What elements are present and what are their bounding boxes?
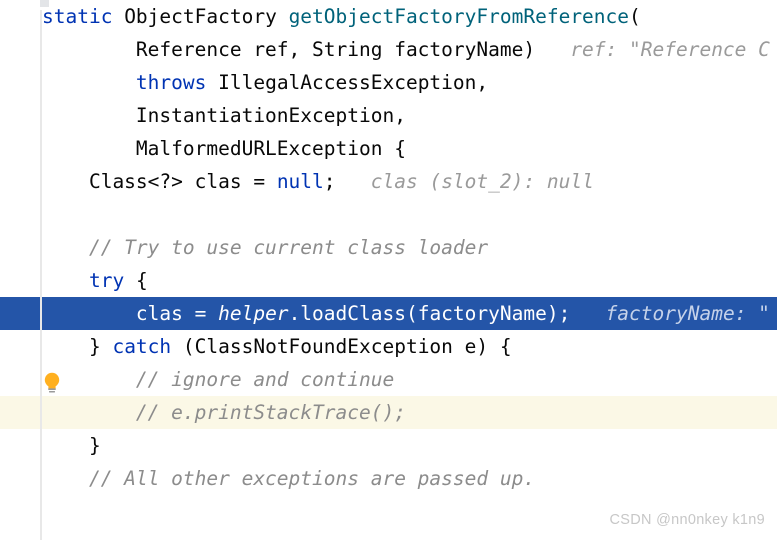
code-line[interactable]: throws IllegalAccessException,: [0, 66, 777, 99]
code-line-text: }: [0, 429, 101, 462]
code-token: ;: [323, 170, 336, 193]
code-token: Class<?> clas =: [42, 170, 277, 193]
code-line-text: // e.printStackTrace();: [0, 396, 406, 429]
code-line[interactable]: InstantiationException,: [0, 99, 777, 132]
code-token: try: [88, 269, 125, 292]
code-line-text: // Try to use current class loader: [0, 231, 488, 264]
code-token: throws: [135, 71, 207, 94]
code-token: helper: [218, 302, 289, 325]
code-line[interactable]: static ObjectFactory getObjectFactoryFro…: [0, 0, 777, 33]
code-line-text: } catch (ClassNotFoundException e) {: [0, 330, 512, 363]
code-line[interactable]: // e.printStackTrace();: [0, 396, 777, 429]
code-token: }: [42, 335, 113, 358]
code-token: static: [42, 5, 113, 28]
code-editor[interactable]: static ObjectFactory getObjectFactoryFro…: [0, 0, 777, 540]
code-token: .loadClass(factoryName);: [288, 302, 571, 325]
code-token: null: [276, 170, 324, 193]
code-token: ObjectFactory: [112, 5, 289, 28]
code-line[interactable]: // Try to use current class loader: [0, 231, 777, 264]
code-line-text: MalformedURLException {: [0, 132, 406, 165]
code-line-text: try {: [0, 264, 148, 297]
code-line-text: throws IllegalAccessException,: [0, 66, 488, 99]
code-comment: // ignore and continue: [42, 368, 395, 391]
code-line[interactable]: Class<?> clas = null; clas (slot_2): nul…: [0, 165, 777, 198]
code-comment: // All other exceptions are passed up.: [42, 467, 536, 490]
code-token: getObjectFactoryFromReference: [288, 5, 630, 28]
code-line[interactable]: // All other exceptions are passed up.: [0, 462, 777, 495]
code-line-text: InstantiationException,: [0, 99, 406, 132]
code-token: IllegalAccessException,: [206, 71, 489, 94]
code-line-text: Class<?> clas = null; clas (slot_2): nul…: [0, 165, 594, 198]
code-line[interactable]: }: [0, 429, 777, 462]
inlay-hint: ref: "Reference C: [535, 38, 770, 61]
code-line-text: Reference ref, String factoryName) ref: …: [0, 33, 770, 66]
code-line[interactable]: } catch (ClassNotFoundException e) {: [0, 330, 777, 363]
lightbulb-icon[interactable]: [42, 371, 62, 395]
inlay-hint: clas (slot_2): null: [335, 170, 594, 193]
code-token: (: [629, 5, 641, 28]
code-token: {: [124, 269, 148, 292]
code-line-text: clas = helper.loadClass(factoryName); fa…: [0, 297, 770, 330]
code-token: MalformedURLException {: [42, 137, 406, 160]
code-token: Reference ref, String factoryName): [42, 38, 536, 61]
code-token: }: [42, 434, 101, 457]
code-line[interactable]: MalformedURLException {: [0, 132, 777, 165]
code-line[interactable]: clas = helper.loadClass(factoryName); fa…: [0, 297, 777, 330]
code-token: InstantiationException,: [42, 104, 406, 127]
code-line-text: static ObjectFactory getObjectFactoryFro…: [0, 0, 641, 33]
code-token: clas =: [42, 302, 219, 325]
inlay-hint: factoryName: ": [570, 302, 770, 325]
gutter-separator: [40, 10, 42, 540]
code-line[interactable]: [0, 198, 777, 231]
code-token: catch: [112, 335, 172, 358]
code-line-text: // All other exceptions are passed up.: [0, 462, 535, 495]
code-comment: // Try to use current class loader: [42, 236, 489, 259]
code-line[interactable]: try {: [0, 264, 777, 297]
code-line[interactable]: // ignore and continue: [0, 363, 777, 396]
code-token: (ClassNotFoundException e) {: [171, 335, 512, 358]
csdn-watermark: CSDN @nn0nkey k1n9: [609, 512, 765, 528]
code-lines[interactable]: static ObjectFactory getObjectFactoryFro…: [0, 0, 777, 528]
code-line[interactable]: Reference ref, String factoryName) ref: …: [0, 33, 777, 66]
code-comment: // e.printStackTrace();: [42, 401, 406, 424]
